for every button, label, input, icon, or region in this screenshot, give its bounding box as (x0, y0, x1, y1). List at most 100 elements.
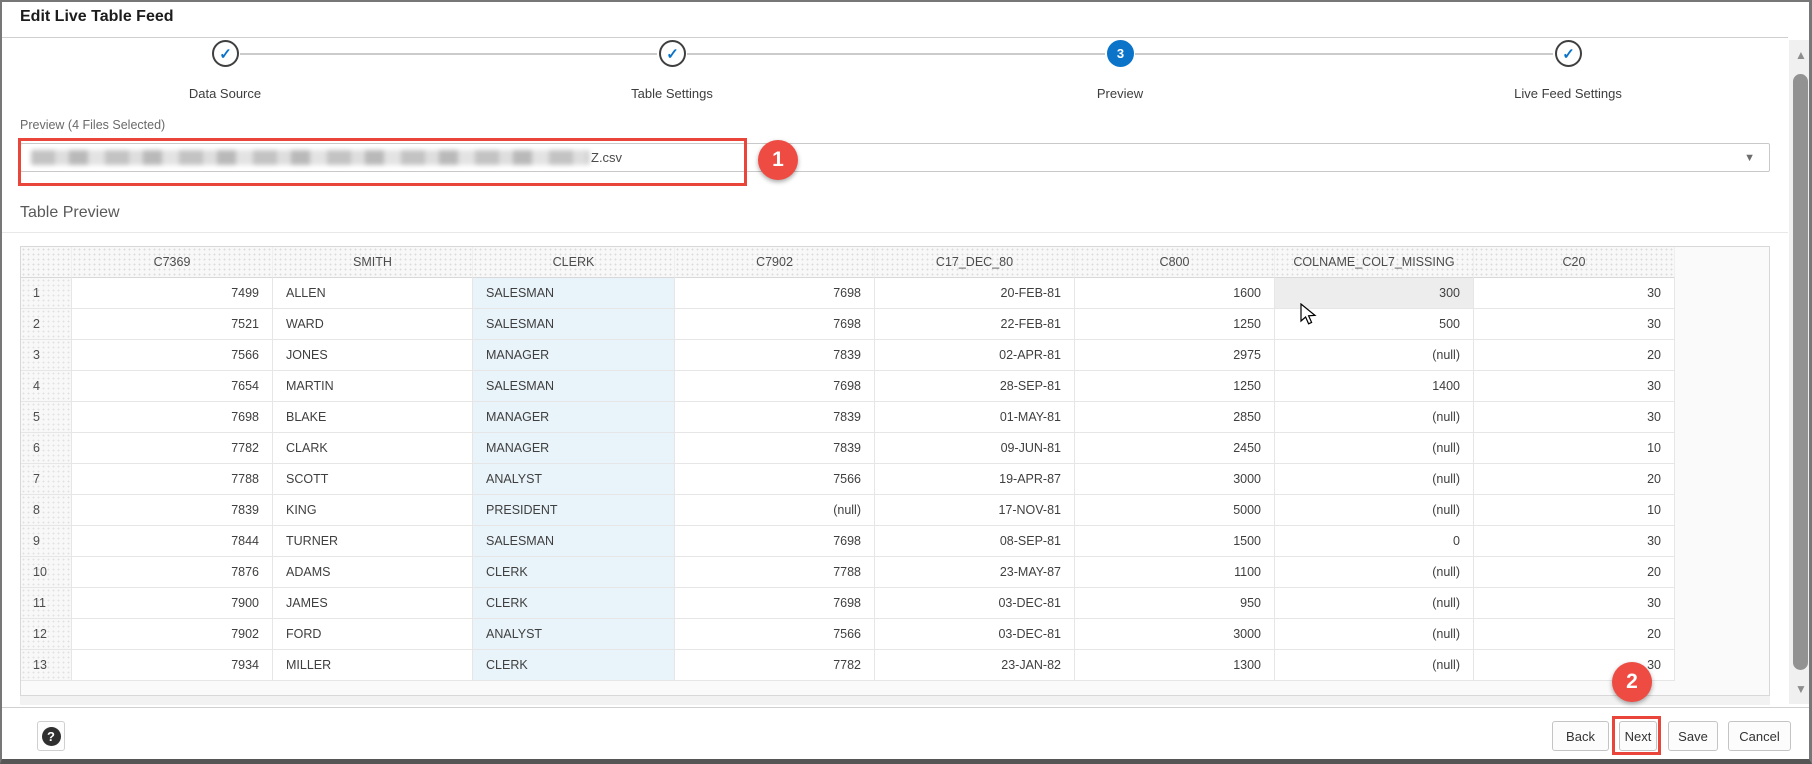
table-cell: 7782 (675, 650, 875, 681)
table-cell: 1250 (1075, 309, 1275, 340)
table-cell: (null) (1275, 340, 1474, 371)
cancel-button[interactable]: Cancel (1728, 721, 1791, 751)
step-label-table-settings: Table Settings (631, 86, 713, 101)
table-cell: (null) (1275, 619, 1474, 650)
table-cell: 7839 (675, 340, 875, 371)
row-number-cell: 11 (21, 588, 72, 619)
column-header-c17_dec_80[interactable]: C17_DEC_80 (875, 247, 1075, 278)
table-cell: 2450 (1075, 433, 1275, 464)
table-cell: 03-DEC-81 (875, 619, 1075, 650)
column-header-c20[interactable]: C20 (1474, 247, 1675, 278)
annotation-badge-2: 2 (1612, 662, 1652, 702)
row-number-cell: 8 (21, 495, 72, 526)
table-row: 8 7839 KING PRESIDENT (null) 17-NOV-81 5000 (nu… (21, 495, 1675, 526)
table-cell: PRESIDENT (473, 495, 675, 526)
table-cell: CLERK (473, 557, 675, 588)
table-cell: 09-JUN-81 (875, 433, 1075, 464)
step-check-icon[interactable]: ✓ (659, 40, 686, 67)
table-cell: 7499 (72, 278, 273, 309)
table-cell: 10 (1474, 433, 1675, 464)
table-cell: 1600 (1075, 278, 1275, 309)
table-cell: (null) (1275, 433, 1474, 464)
table-cell: ADAMS (273, 557, 473, 588)
table-cell: 7876 (72, 557, 273, 588)
table-cell: KING (273, 495, 473, 526)
vertical-scrollbar[interactable]: ▲ ▼ (1789, 40, 1809, 704)
table-cell: 7521 (72, 309, 273, 340)
table-cell: 20-FEB-81 (875, 278, 1075, 309)
table-cell: 03-DEC-81 (875, 588, 1075, 619)
stepper-connector (240, 53, 657, 55)
table-cell: 1250 (1075, 371, 1275, 402)
table-cell: 23-MAY-87 (875, 557, 1075, 588)
column-header-c7369[interactable]: C7369 (72, 247, 273, 278)
table-cell: 7566 (72, 340, 273, 371)
back-button[interactable]: Back (1552, 721, 1609, 751)
step-label-live-feed-settings: Live Feed Settings (1514, 86, 1622, 101)
scrollbar-thumb[interactable] (1793, 74, 1808, 670)
table-cell: 22-FEB-81 (875, 309, 1075, 340)
table-cell: 7566 (675, 619, 875, 650)
column-header-smith[interactable]: SMITH (273, 247, 473, 278)
table-header-row: C7369 SMITH CLERK C7902 C17_DEC_80 C800 COLNAM… (21, 247, 1675, 278)
table-cell: 2850 (1075, 402, 1275, 433)
table-cell: (null) (1275, 402, 1474, 433)
row-number-cell: 10 (21, 557, 72, 588)
table-cell: 7698 (675, 278, 875, 309)
table-cell: 23-JAN-82 (875, 650, 1075, 681)
table-cell: 3000 (1075, 619, 1275, 650)
table-cell: 19-APR-87 (875, 464, 1075, 495)
scroll-down-icon[interactable]: ▼ (1789, 682, 1809, 696)
table-cell: FORD (273, 619, 473, 650)
row-number-cell: 7 (21, 464, 72, 495)
table-cell: SALESMAN (473, 371, 675, 402)
table-cell: (null) (1275, 464, 1474, 495)
help-button[interactable]: ? (37, 721, 65, 751)
table-cell: MANAGER (473, 433, 675, 464)
table-cell: 30 (1474, 278, 1675, 309)
table-cell: (null) (1275, 588, 1474, 619)
table-cell: 7839 (675, 433, 875, 464)
table-cell: ANALYST (473, 464, 675, 495)
horizontal-scrollbar[interactable] (20, 696, 1770, 705)
table-cell: 7782 (72, 433, 273, 464)
row-number-cell: 3 (21, 340, 72, 371)
table-row: 5 7698 BLAKE MANAGER 7839 01-MAY-81 2850 (null)… (21, 402, 1675, 433)
row-number-header[interactable] (21, 247, 72, 278)
help-icon: ? (41, 726, 61, 746)
table-cell: 20 (1474, 340, 1675, 371)
chevron-down-icon: ▼ (1744, 152, 1755, 164)
table-cell: 28-SEP-81 (875, 371, 1075, 402)
column-header-colname_col7_missing[interactable]: COLNAME_COL7_MISSING (1275, 247, 1474, 278)
table-cell: JAMES (273, 588, 473, 619)
table-row: 9 7844 TURNER SALESMAN 7698 08-SEP-81 1500 0 30 (21, 526, 1675, 557)
table-cell: ALLEN (273, 278, 473, 309)
step-check-icon[interactable]: ✓ (212, 40, 239, 67)
table-cell: SALESMAN (473, 309, 675, 340)
section-divider (2, 232, 1788, 233)
table-cell: MARTIN (273, 371, 473, 402)
scroll-up-icon[interactable]: ▲ (1789, 48, 1809, 62)
row-number-cell: 5 (21, 402, 72, 433)
column-header-clerk[interactable]: CLERK (473, 247, 675, 278)
table-cell: 7698 (675, 526, 875, 557)
annotation-box-1 (18, 138, 747, 186)
table-cell: 1400 (1275, 371, 1474, 402)
table-row: 10 7876 ADAMS CLERK 7788 23-MAY-87 1100 (null) 2… (21, 557, 1675, 588)
step-number-badge[interactable]: 3 (1107, 40, 1134, 67)
stepper-connector (1135, 53, 1553, 55)
table-cell: 20 (1474, 557, 1675, 588)
footer-divider (2, 707, 1809, 708)
table-row: 2 7521 WARD SALESMAN 7698 22-FEB-81 1250 500 30 (21, 309, 1675, 340)
preview-files-label: Preview (4 Files Selected) (20, 118, 166, 132)
save-button[interactable]: Save (1668, 721, 1718, 751)
row-number-cell: 9 (21, 526, 72, 557)
column-header-c7902[interactable]: C7902 (675, 247, 875, 278)
step-check-icon[interactable]: ✓ (1555, 40, 1582, 67)
column-header-c800[interactable]: C800 (1075, 247, 1275, 278)
table-cell: 7934 (72, 650, 273, 681)
table-cell: 7844 (72, 526, 273, 557)
table-cell: SALESMAN (473, 526, 675, 557)
table-cell: TURNER (273, 526, 473, 557)
table-row: 4 7654 MARTIN SALESMAN 7698 28-SEP-81 1250 1400… (21, 371, 1675, 402)
